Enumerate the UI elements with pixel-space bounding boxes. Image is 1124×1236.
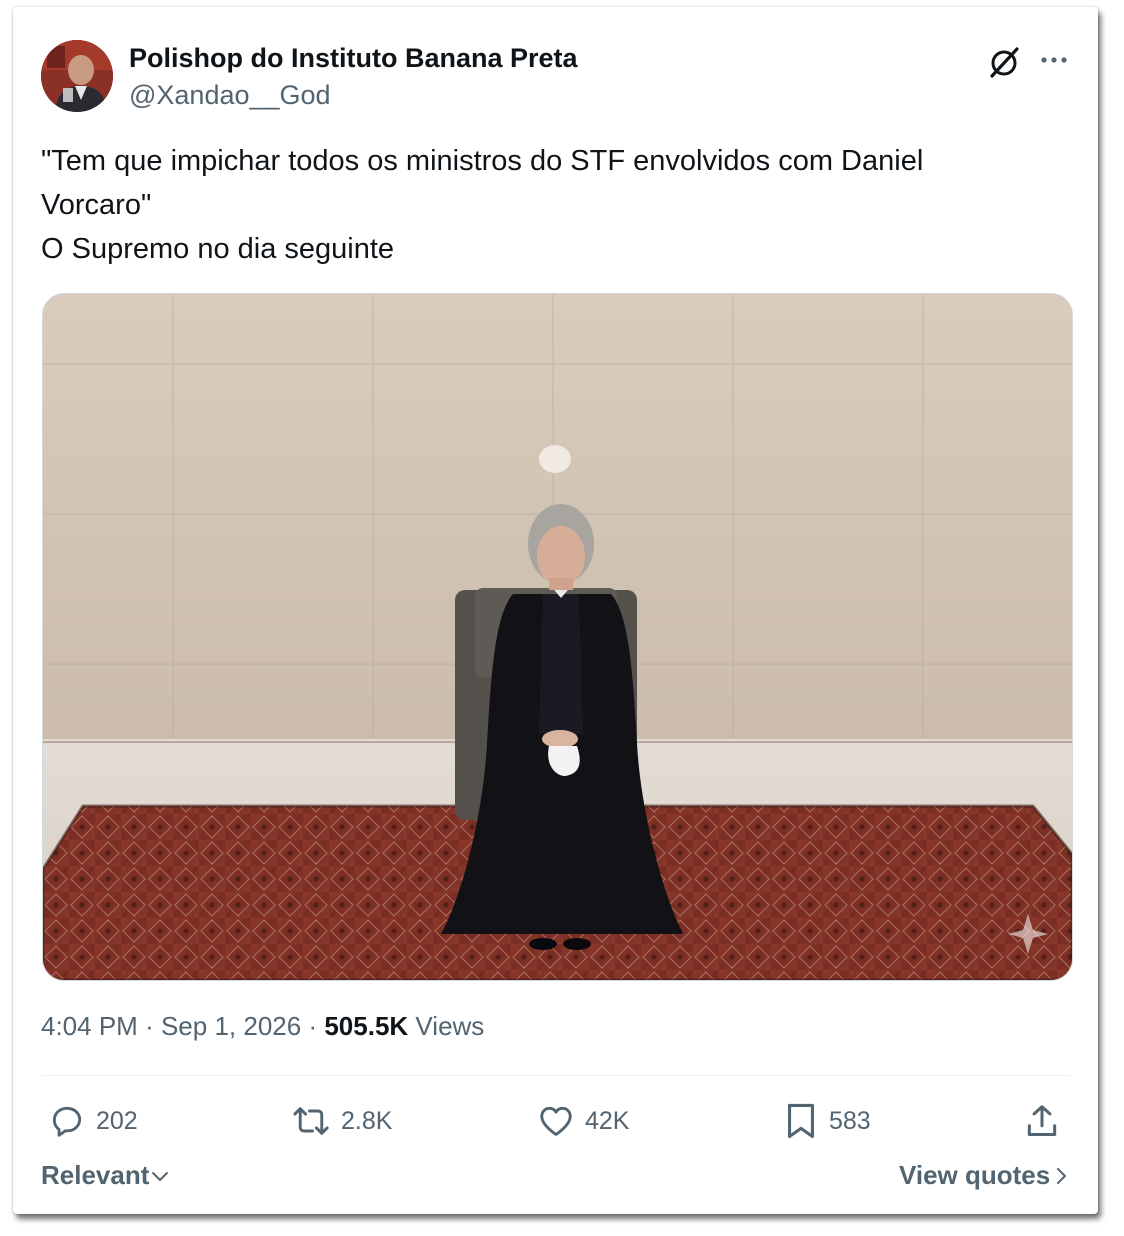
author-avatar[interactable] — [41, 40, 113, 112]
more-icon[interactable] — [1039, 49, 1069, 71]
tweet-time[interactable]: 4:04 PM — [41, 1011, 138, 1041]
sort-label: Relevant — [41, 1160, 150, 1190]
author-handle[interactable]: @Xandao__God — [129, 80, 331, 111]
reply-button[interactable]: 202 — [48, 1101, 138, 1141]
meta-separator: · — [145, 1011, 154, 1041]
share-button[interactable] — [1023, 1101, 1071, 1141]
bookmark-count: 583 — [829, 1106, 871, 1135]
bookmark-icon — [787, 1103, 815, 1139]
reply-icon — [52, 1106, 82, 1137]
photo-supreme-court-justice — [43, 294, 1072, 980]
view-quotes-link[interactable]: View quotes — [899, 1160, 1072, 1191]
author-display-name[interactable]: Polishop do Instituto Banana Preta — [129, 43, 578, 74]
view-quotes-label: View quotes — [899, 1160, 1051, 1190]
tweet-text-line: Vorcaro" — [41, 189, 152, 221]
retweet-button[interactable]: 2.8K — [291, 1101, 392, 1141]
views-count: 505.5K — [324, 1011, 409, 1041]
tweet-text-line: O Supremo no dia seguinte — [41, 233, 395, 265]
avatar-image — [41, 40, 113, 112]
divider — [41, 1075, 1071, 1076]
views-label: Views — [415, 1011, 485, 1041]
meta-separator: · — [308, 1011, 318, 1041]
heart-icon — [540, 1106, 572, 1136]
retweet-count: 2.8K — [341, 1106, 393, 1135]
retweet-icon — [293, 1107, 329, 1135]
bookmark-button[interactable]: 583 — [783, 1101, 871, 1141]
tweet-card: Polishop do Instituto Banana Preta @Xand… — [13, 7, 1098, 1214]
sort-replies-dropdown[interactable]: Relevant — [41, 1160, 171, 1191]
tweet-metadata: 4:04 PM · Sep 1, 2026 · 505.5K Views — [41, 1011, 484, 1042]
reply-count: 202 — [96, 1106, 138, 1135]
like-count: 42K — [585, 1106, 630, 1135]
tweet-date[interactable]: Sep 1, 2026 — [161, 1011, 301, 1041]
tweet-text-line: "Tem que impichar todos os ministros do … — [41, 145, 924, 177]
chevron-down-icon — [152, 1171, 169, 1181]
share-icon — [1027, 1105, 1057, 1136]
like-button[interactable]: 42K — [537, 1101, 629, 1141]
tweet-text: "Tem que impichar todos os ministros do … — [41, 139, 1061, 271]
tweet-photo[interactable] — [42, 293, 1073, 981]
chevron-right-icon — [1057, 1167, 1067, 1184]
grok-icon[interactable] — [988, 45, 1022, 79]
